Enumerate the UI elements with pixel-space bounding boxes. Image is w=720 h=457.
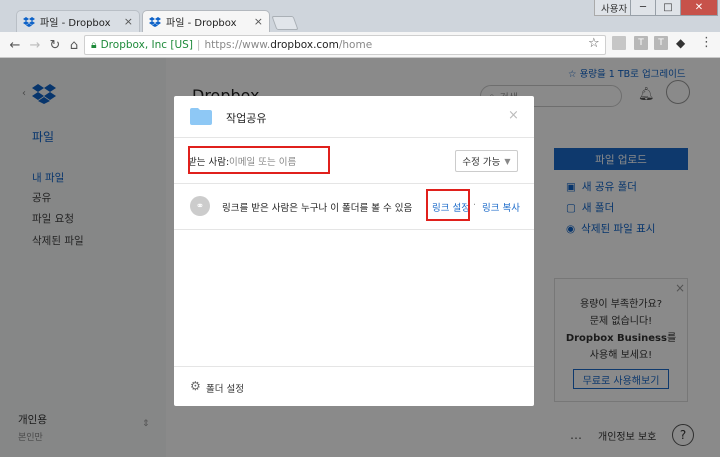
menu-kebab-icon[interactable]: ⋮ xyxy=(700,35,713,50)
link-settings-highlight-box xyxy=(426,189,470,221)
address-bar[interactable]: 🔒︎ Dropbox, Inc [US] | https://www. dropb… xyxy=(84,35,606,55)
extension-t-icon[interactable]: T xyxy=(654,36,668,50)
chevron-down-icon: ▼ xyxy=(504,156,511,166)
back-icon[interactable]: ← xyxy=(6,36,24,54)
dialog-footer: ⚙ 폴더 설정 xyxy=(174,366,534,406)
address-separator: | xyxy=(196,39,201,51)
tab-title: 파일 - Dropbox xyxy=(166,18,237,29)
dialog-header: 작업공유 × xyxy=(174,96,534,138)
tab-close-icon[interactable]: × xyxy=(254,15,263,28)
url-path: /home xyxy=(338,39,373,51)
extension-icon[interactable] xyxy=(612,36,626,50)
dropbox-icon xyxy=(23,16,35,27)
window-close-button[interactable]: ✕ xyxy=(680,0,718,16)
home-icon[interactable]: ⌂ xyxy=(65,36,83,54)
url-scheme: https://www. xyxy=(204,39,271,51)
share-folder-dialog: 작업공유 × 받는 사람: 이메일 또는 이름 수정 가능 ▼ ⚭ 링크를 받은… xyxy=(174,96,534,406)
link-description: 링크를 받은 사람은 누구나 이 폴더를 볼 수 있음 xyxy=(222,203,413,214)
tab-close-icon[interactable]: × xyxy=(124,15,133,28)
minimize-button[interactable]: ─ xyxy=(630,0,656,16)
extension-ghost-icon[interactable]: ◆ xyxy=(676,36,685,50)
tab-title: 파일 - Dropbox xyxy=(40,18,111,29)
reload-icon[interactable]: ↻ xyxy=(46,36,64,54)
close-icon[interactable]: × xyxy=(508,108,519,123)
lock-icon: 🔒︎ xyxy=(91,38,97,51)
recipient-highlight-box xyxy=(188,146,330,174)
dropbox-icon xyxy=(149,16,161,27)
secure-label: Dropbox, Inc [US] xyxy=(100,39,193,51)
permission-value: 수정 가능 xyxy=(462,157,501,168)
permission-dropdown[interactable]: 수정 가능 ▼ xyxy=(455,150,518,172)
folder-icon xyxy=(190,108,212,125)
link-separator: · xyxy=(473,200,477,211)
folder-settings-link[interactable]: 폴더 설정 xyxy=(206,381,244,395)
forward-icon[interactable]: → xyxy=(26,36,44,54)
url-host: dropbox.com xyxy=(270,39,339,51)
gear-icon[interactable]: ⚙ xyxy=(190,379,201,393)
bookmark-star-icon[interactable]: ☆ xyxy=(588,36,600,51)
link-icon: ⚭ xyxy=(190,196,210,216)
new-tab-button[interactable] xyxy=(271,16,299,30)
extension-t-icon[interactable]: T xyxy=(634,36,648,50)
tab-files-2[interactable]: 파일 - Dropbox × xyxy=(142,10,270,32)
link-row: ⚭ 링크를 받은 사람은 누구나 이 폴더를 볼 수 있음 링크 설정 · 링크… xyxy=(174,184,534,230)
tab-files-1[interactable]: 파일 - Dropbox × xyxy=(16,10,140,32)
copy-link-link[interactable]: 링크 복사 xyxy=(482,200,520,214)
dialog-title: 작업공유 xyxy=(226,112,267,125)
maximize-button[interactable]: □ xyxy=(655,0,681,16)
